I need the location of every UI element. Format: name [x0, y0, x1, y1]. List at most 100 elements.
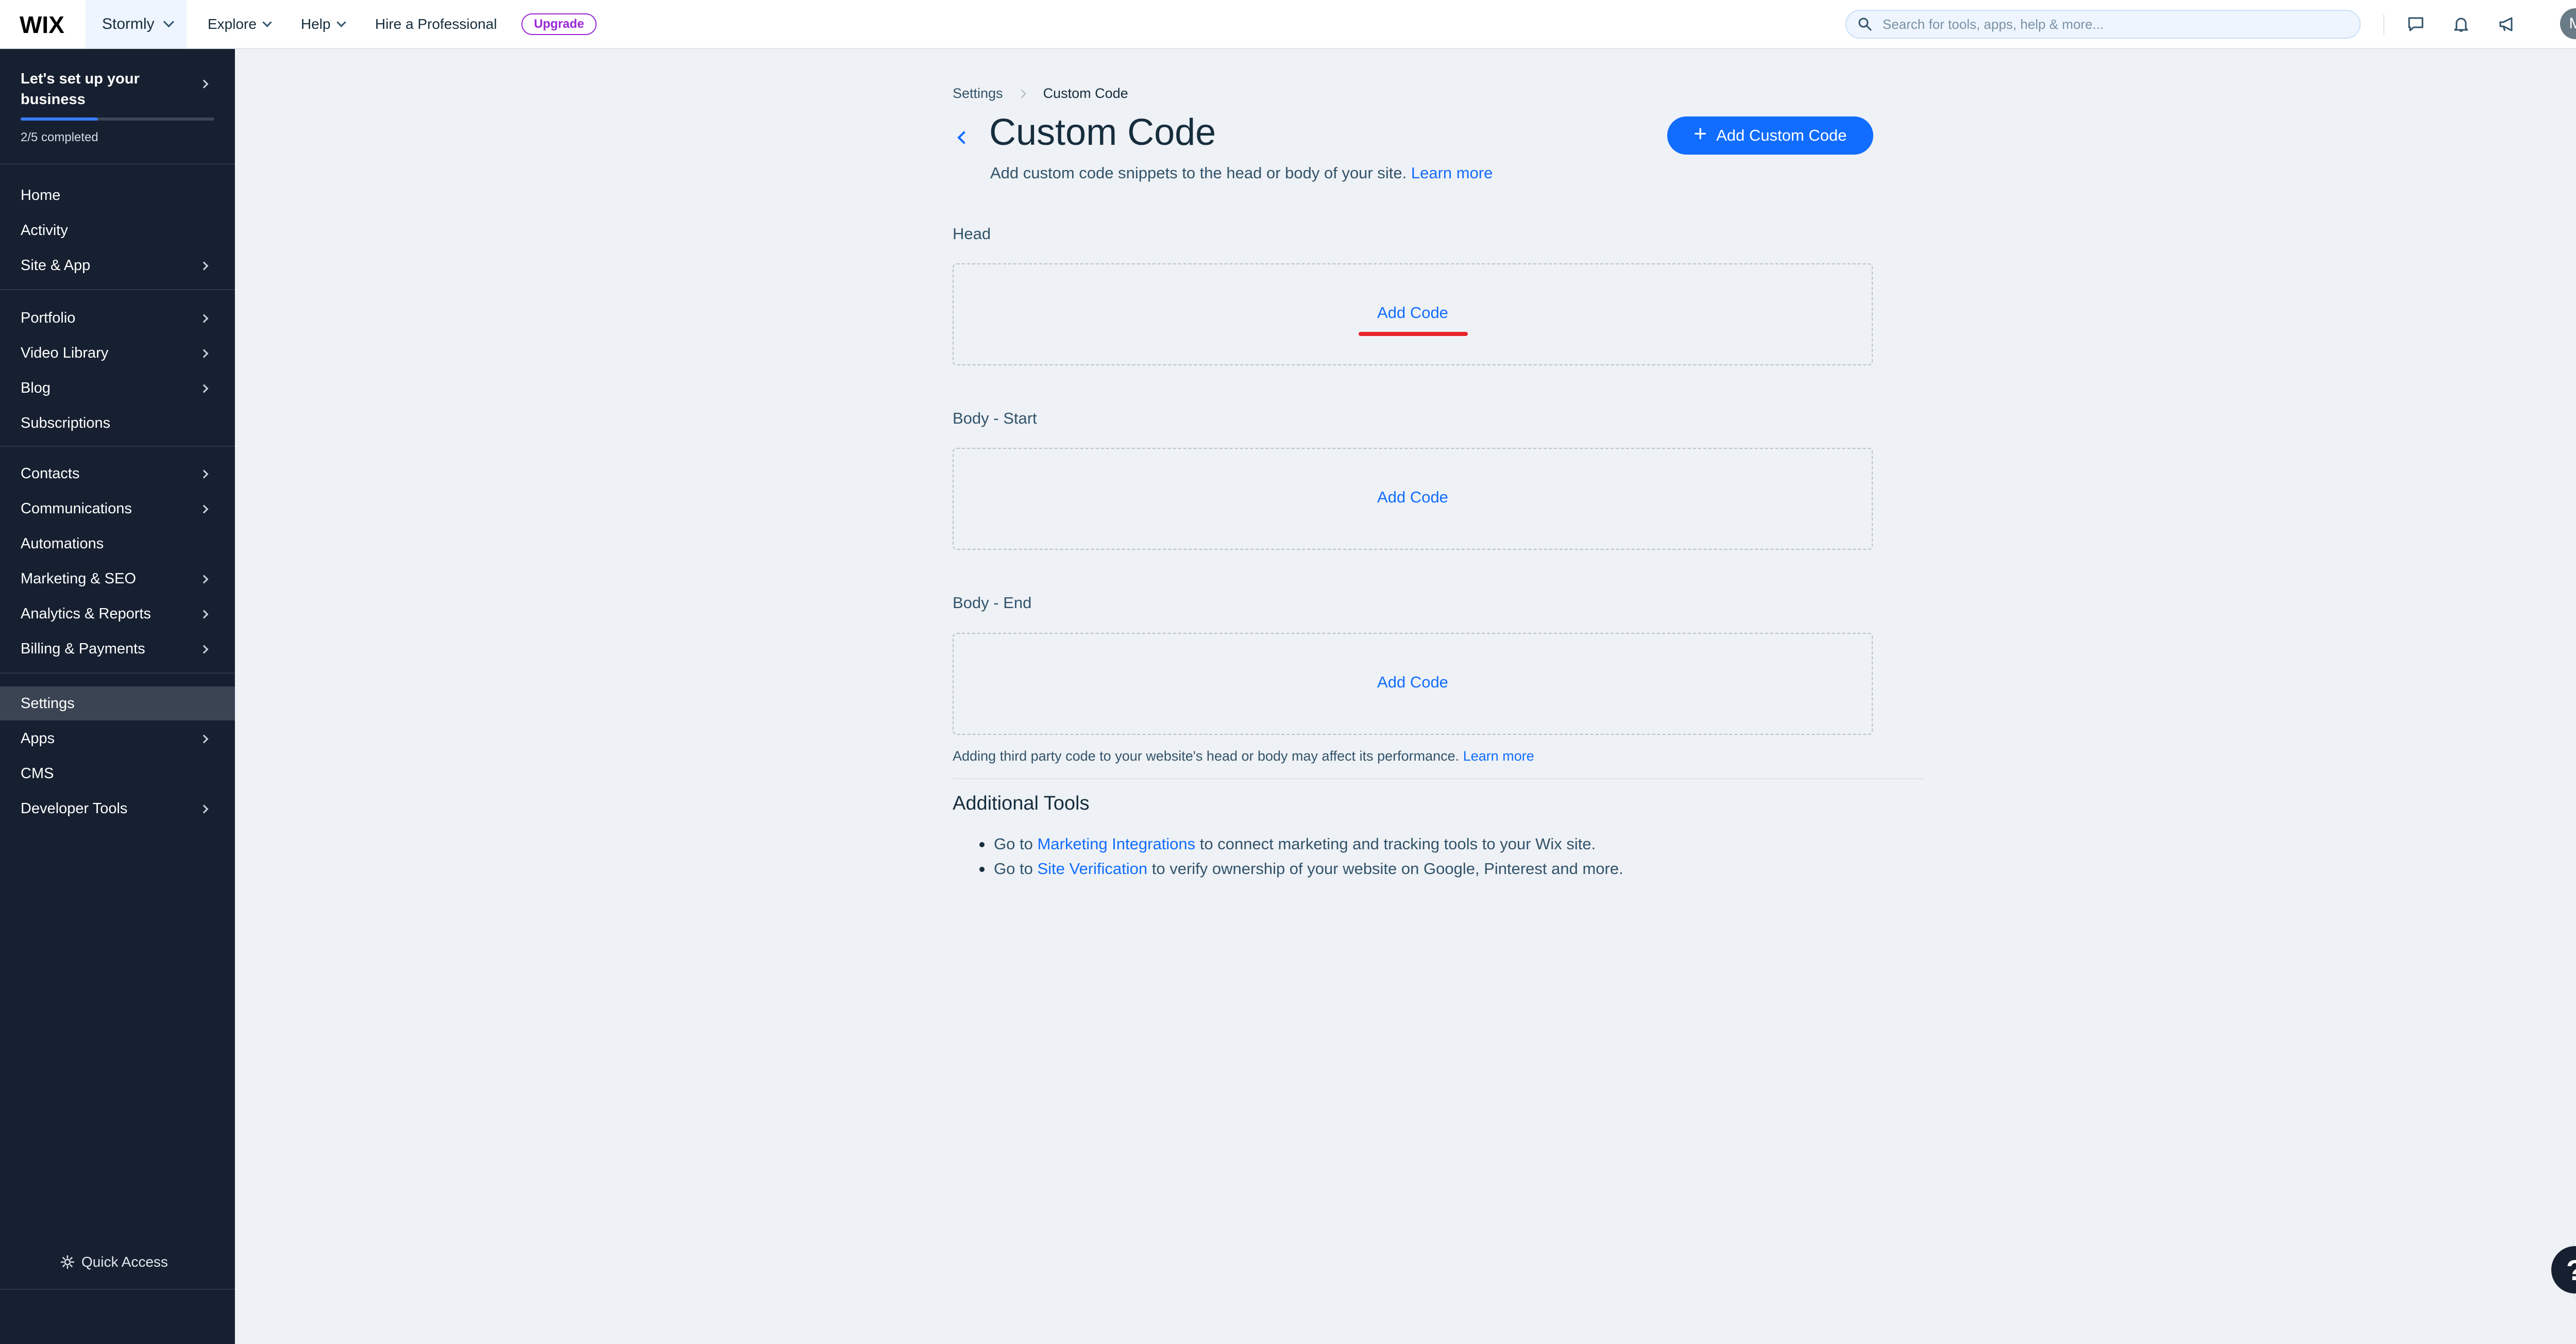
chevron-right-icon: [1017, 89, 1026, 98]
plus-icon: +: [1693, 121, 1707, 146]
chevron-right-icon: [199, 469, 209, 479]
sidebar-item-label: Marketing & SEO: [21, 570, 137, 587]
add-code-link-body-start[interactable]: Add Code: [954, 488, 1872, 507]
body-end-code-box[interactable]: Add Code: [953, 633, 1873, 735]
tool-prefix: Go to: [994, 860, 1033, 878]
bell-icon[interactable]: [2450, 13, 2472, 35]
sidebar-item-video-library[interactable]: Video Library: [0, 336, 235, 370]
upgrade-button[interactable]: Upgrade: [521, 13, 597, 35]
highlight-underline: [1359, 332, 1468, 336]
sidebar-divider: [0, 673, 235, 674]
list-item: Go to Site Verification to verify owners…: [953, 856, 1623, 881]
chevron-right-icon: [199, 804, 209, 814]
sidebar-item-marketing-seo[interactable]: Marketing & SEO: [0, 562, 235, 596]
wix-logo[interactable]: WIX: [20, 10, 87, 38]
additional-tools-title: Additional Tools: [953, 793, 1090, 814]
chevron-down-icon: [163, 16, 174, 28]
tool-suffix: to connect marketing and tracking tools …: [1199, 835, 1596, 853]
sidebar-item-analytics-reports[interactable]: Analytics & Reports: [0, 597, 235, 631]
site-switcher[interactable]: Stormly: [86, 0, 187, 48]
setup-progress-fill: [21, 117, 98, 121]
nav-hire-label: Hire a Professional: [375, 15, 497, 32]
chevron-right-icon: [199, 505, 209, 514]
question-icon[interactable]: ?: [2551, 1246, 2576, 1293]
sidebar-item-home[interactable]: Home: [0, 178, 235, 212]
nav-help[interactable]: Help: [301, 0, 346, 48]
megaphone-icon[interactable]: [2496, 13, 2518, 35]
sidebar-divider: [0, 446, 235, 447]
site-verification-link[interactable]: Site Verification: [1037, 860, 1147, 878]
add-code-link-head[interactable]: Add Code: [954, 304, 1872, 322]
chevron-right-icon: [199, 314, 209, 323]
performance-note: Adding third party code to your website'…: [953, 748, 1534, 764]
sidebar-item-label: Settings: [21, 695, 75, 712]
sidebar-item-label: Video Library: [21, 344, 109, 361]
chevron-right-icon: [199, 349, 209, 358]
tool-prefix: Go to: [994, 835, 1033, 853]
gear-icon: [60, 1255, 75, 1269]
sidebar-item-label: Billing & Payments: [21, 640, 145, 657]
page-title: Custom Code: [989, 112, 1216, 153]
sidebar-item-apps[interactable]: Apps: [0, 721, 235, 755]
section-label-body-start: Body - Start: [953, 409, 1037, 427]
chevron-down-icon: [262, 18, 272, 27]
sidebar-item-subscriptions[interactable]: Subscriptions: [0, 406, 235, 440]
add-code-link-body-end[interactable]: Add Code: [954, 673, 1872, 692]
sidebar-item-label: Blog: [21, 379, 51, 396]
sidebar-divider: [0, 1289, 235, 1290]
add-custom-code-button[interactable]: + Add Custom Code: [1667, 116, 1873, 155]
sidebar-item-activity[interactable]: Activity: [0, 213, 235, 247]
sidebar-item-portfolio[interactable]: Portfolio: [0, 301, 235, 335]
setup-progress-text: 2/5 completed: [21, 130, 98, 144]
sidebar-item-blog[interactable]: Blog: [0, 371, 235, 405]
sidebar-item-label: Portfolio: [21, 309, 76, 326]
help-widget[interactable]: ?: [2547, 1241, 2576, 1297]
sidebar-item-cms[interactable]: CMS: [0, 757, 235, 791]
chevron-down-icon: [336, 18, 346, 27]
setup-title[interactable]: Let's set up your business: [21, 69, 185, 110]
sidebar-item-contacts[interactable]: Contacts: [0, 457, 235, 491]
search-bar[interactable]: [1845, 10, 2361, 39]
chevron-right-icon[interactable]: [199, 79, 209, 89]
sidebar-item-site-app[interactable]: Site & App: [0, 248, 235, 282]
nav-explore-label: Explore: [208, 15, 257, 32]
list-item: Go to Marketing Integrations to connect …: [953, 832, 1623, 856]
quick-access-label: Quick Access: [81, 1254, 168, 1270]
breadcrumb: Settings Custom Code: [953, 86, 1128, 102]
sidebar-item-billing-payments[interactable]: Billing & Payments: [0, 632, 235, 666]
sidebar-item-label: Home: [21, 187, 61, 204]
sidebar-item-label: Contacts: [21, 465, 80, 482]
sidebar-item-communications[interactable]: Communications: [0, 492, 235, 526]
chat-icon[interactable]: [2405, 13, 2427, 35]
sidebar-item-label: Subscriptions: [21, 414, 111, 431]
back-button[interactable]: [954, 127, 971, 148]
sidebar-item-label: Developer Tools: [21, 800, 128, 817]
learn-more-link[interactable]: Learn more: [1411, 164, 1493, 182]
nav-explore[interactable]: Explore: [208, 0, 272, 48]
chevron-right-icon: [199, 575, 209, 584]
section-label-head: Head: [953, 225, 991, 243]
chevron-left-icon: [957, 131, 971, 144]
head-code-box[interactable]: Add Code: [953, 263, 1873, 365]
nav-hire-professional[interactable]: Hire a Professional: [375, 0, 497, 48]
breadcrumb-settings[interactable]: Settings: [953, 86, 1003, 102]
search-input[interactable]: [1882, 15, 2337, 33]
sidebar-divider: [0, 163, 235, 164]
sidebar-item-developer-tools[interactable]: Developer Tools: [0, 792, 235, 826]
marketing-integrations-link[interactable]: Marketing Integrations: [1037, 835, 1195, 853]
breadcrumb-current: Custom Code: [1043, 86, 1128, 101]
note-learn-more-link[interactable]: Learn more: [1463, 748, 1534, 764]
search-icon: [1858, 18, 1872, 31]
avatar[interactable]: M: [2560, 8, 2576, 39]
chevron-right-icon: [199, 610, 209, 619]
note-text: Adding third party code to your website'…: [953, 748, 1460, 764]
sidebar-item-settings[interactable]: Settings: [0, 686, 235, 720]
tool-suffix: to verify ownership of your website on G…: [1151, 860, 1623, 878]
setup-progress-bar: [21, 117, 214, 121]
chevron-right-icon: [199, 261, 209, 271]
quick-access-button[interactable]: Quick Access: [60, 1254, 168, 1270]
body-start-code-box[interactable]: Add Code: [953, 448, 1873, 550]
sidebar-item-label: Communications: [21, 500, 132, 517]
sidebar-item-automations[interactable]: Automations: [0, 527, 235, 561]
chevron-right-icon: [199, 645, 209, 654]
